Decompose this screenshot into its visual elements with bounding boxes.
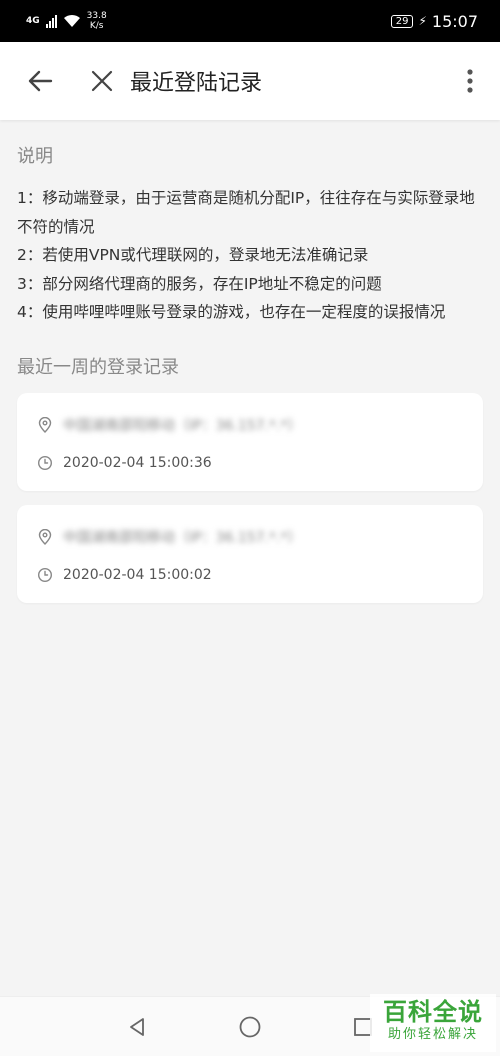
login-record-card: 中国湖南邵阳移动（IP：36.157.*.*） 2020-02-04 15:00…	[17, 392, 483, 491]
network-type: 4G	[26, 15, 40, 26]
status-right: 29 ⚡ 15:07	[390, 11, 478, 31]
note-item: 1：移动端登录，由于运营商是随机分配IP，往往存在与实际登录地不符的情况	[17, 189, 475, 236]
record-time-row: 2020-02-04 15:00:02	[37, 563, 463, 587]
close-icon	[91, 70, 113, 92]
signal-icon	[45, 14, 57, 28]
record-location: 中国湖南邵阳移动（IP：36.157.*.*）	[63, 417, 302, 434]
app-bar: 最近登陆记录	[0, 42, 500, 120]
notes-list: 1：移动端登录，由于运营商是随机分配IP，往往存在与实际登录地不符的情况 2：若…	[17, 184, 483, 327]
watermark-sub: 助你轻松解决	[387, 1027, 478, 1042]
location-pin-icon	[38, 528, 52, 545]
note-item: 2：若使用VPN或代理联网的，登录地无法准确记录	[17, 246, 369, 264]
back-button[interactable]	[24, 65, 56, 97]
record-time-row: 2020-02-04 15:00:36	[37, 451, 463, 475]
battery-level: 29	[395, 15, 409, 27]
more-options-button[interactable]	[454, 65, 486, 97]
circle-home-icon	[239, 1016, 261, 1037]
content: 说明 1：移动端登录，由于运营商是随机分配IP，往往存在与实际登录地不符的情况 …	[0, 120, 500, 603]
battery-icon: 29	[390, 14, 414, 28]
record-location-row: 中国湖南邵阳移动（IP：36.157.*.*）	[37, 525, 463, 549]
record-time: 2020-02-04 15:00:36	[63, 454, 212, 471]
arrow-left-icon	[28, 70, 53, 92]
triangle-back-icon	[129, 1017, 144, 1036]
wifi-icon	[63, 14, 80, 27]
watermark-logo: 百科全说 助你轻松解决	[370, 994, 496, 1052]
notes-title: 说明	[17, 146, 53, 167]
record-location: 中国湖南邵阳移动（IP：36.157.*.*）	[63, 529, 302, 546]
watermark-main: 百科全说	[383, 998, 483, 1026]
speed-value: 33.8	[86, 11, 107, 21]
login-record-card: 中国湖南邵阳移动（IP：36.157.*.*） 2020-02-04 15:00…	[17, 504, 483, 603]
nav-home-button[interactable]	[234, 1011, 266, 1043]
clock: 15:07	[431, 11, 478, 31]
clock-icon	[37, 567, 53, 582]
speed-unit: K/s	[89, 21, 104, 31]
page-title: 最近登陆记录	[130, 71, 263, 96]
status-bar: 4G 33.8 K/s 29 ⚡ 15:07	[0, 0, 500, 42]
records-title: 最近一周的登录记录	[17, 356, 179, 378]
location-pin-icon	[38, 416, 52, 433]
more-vertical-icon	[467, 69, 473, 93]
charging-icon: ⚡	[418, 14, 427, 28]
status-left: 4G 33.8 K/s	[26, 11, 107, 31]
note-item: 4：使用哔哩哔哩账号登录的游戏，也存在一定程度的误报情况	[17, 303, 446, 321]
close-button[interactable]	[86, 65, 118, 97]
record-time: 2020-02-04 15:00:02	[63, 566, 212, 583]
record-location-row: 中国湖南邵阳移动（IP：36.157.*.*）	[37, 413, 463, 437]
network-speed: 33.8 K/s	[87, 11, 107, 31]
nav-back-button[interactable]	[121, 1011, 153, 1043]
note-item: 3：部分网络代理商的服务，存在IP地址不稳定的问题	[17, 274, 382, 293]
clock-icon	[37, 455, 53, 470]
